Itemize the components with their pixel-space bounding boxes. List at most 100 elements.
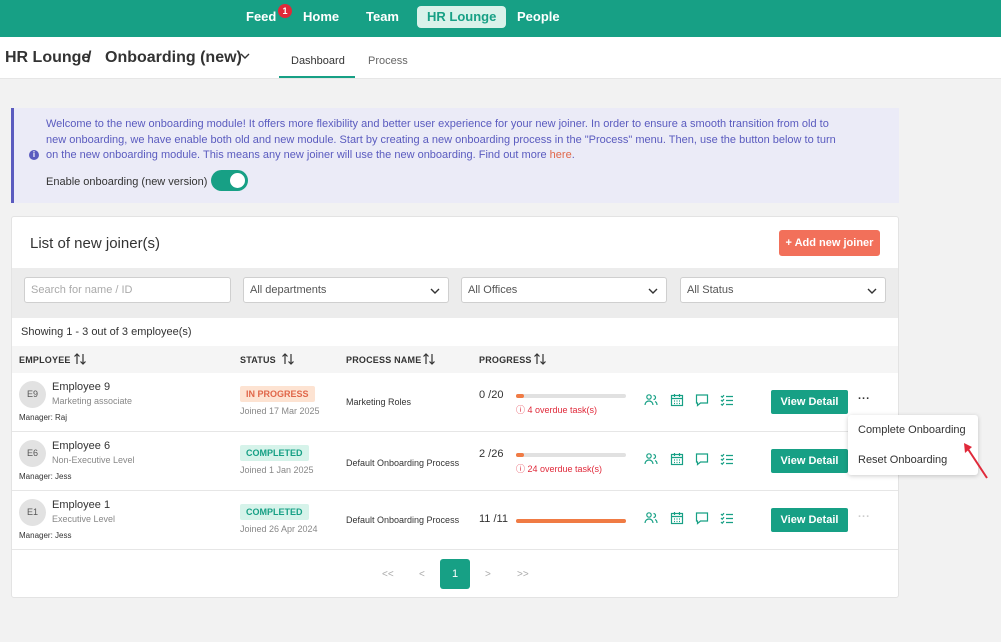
progress-bar bbox=[516, 453, 626, 457]
chevron-down-icon bbox=[867, 288, 877, 294]
banner-link-suffix: . bbox=[571, 149, 575, 161]
calendar-icon[interactable] bbox=[670, 511, 684, 525]
people-icon[interactable] bbox=[644, 452, 658, 466]
first-page-button[interactable]: << bbox=[382, 569, 394, 580]
feed-badge: 1 bbox=[278, 4, 292, 18]
employee-role: Non-Executive Level bbox=[52, 455, 135, 465]
alert-icon: ⓘ bbox=[516, 464, 528, 474]
avatar: E6 bbox=[19, 440, 46, 467]
pointer-arrow-icon bbox=[964, 443, 988, 479]
comment-icon[interactable] bbox=[695, 393, 709, 407]
progress-count: 11 /11 bbox=[479, 513, 508, 525]
checklist-icon[interactable] bbox=[720, 393, 734, 407]
filter-bar: Search for name / ID All departments All… bbox=[12, 268, 898, 318]
sort-icon[interactable] bbox=[533, 352, 547, 366]
overdue-text: 24 overdue task(s) bbox=[527, 464, 603, 474]
people-icon[interactable] bbox=[644, 511, 658, 525]
department-select[interactable]: All departments bbox=[243, 277, 449, 303]
view-detail-button[interactable]: View Detail bbox=[771, 449, 848, 473]
nav-home[interactable]: Home bbox=[293, 6, 349, 28]
progress-bar bbox=[516, 519, 626, 523]
breadcrumb-root[interactable]: HR Lounge bbox=[5, 49, 90, 67]
employee-name: Employee 9 bbox=[52, 381, 111, 393]
more-options-button[interactable]: ... bbox=[858, 390, 870, 402]
progress-count: 0 /20 bbox=[479, 389, 504, 401]
sort-icon[interactable] bbox=[73, 352, 87, 366]
table-row: E9 Employee 9 Marketing associate Manage… bbox=[12, 373, 898, 432]
view-detail-button[interactable]: View Detail bbox=[771, 508, 848, 532]
chevron-down-icon bbox=[430, 288, 440, 294]
process-name: Default Onboarding Process bbox=[346, 458, 460, 468]
enable-onboarding-toggle[interactable] bbox=[211, 170, 248, 191]
progress-fill bbox=[516, 519, 626, 523]
comment-icon[interactable] bbox=[695, 511, 709, 525]
tab-dashboard[interactable]: Dashboard bbox=[291, 55, 345, 67]
employee-manager: Manager: Raj bbox=[19, 413, 68, 422]
next-page-button[interactable]: > bbox=[485, 569, 491, 580]
overdue-tasks: ⓘ 4 overdue task(s) bbox=[516, 403, 597, 416]
progress-fill bbox=[516, 394, 524, 398]
prev-page-button[interactable]: < bbox=[419, 569, 425, 580]
employee-role: Executive Level bbox=[52, 514, 116, 524]
employee-name: Employee 6 bbox=[52, 440, 111, 452]
find-out-more-link[interactable]: here bbox=[550, 149, 572, 161]
status-badge: COMPLETED bbox=[240, 504, 309, 520]
more-options-button[interactable]: ... bbox=[858, 508, 870, 520]
table-header: EMPLOYEE STATUS PROCESS NAME PROGRESS bbox=[12, 346, 898, 373]
avatar: E1 bbox=[19, 499, 46, 526]
info-banner: i Welcome to the new onboarding module! … bbox=[11, 108, 899, 203]
top-navigation: Feed 1 Home Team HR Lounge People bbox=[0, 0, 1001, 37]
card-title: List of new joiner(s) bbox=[30, 235, 161, 252]
office-select[interactable]: All Offices bbox=[461, 277, 667, 303]
progress-bar bbox=[516, 394, 626, 398]
calendar-icon[interactable] bbox=[670, 452, 684, 466]
calendar-icon[interactable] bbox=[670, 393, 684, 407]
people-icon[interactable] bbox=[644, 393, 658, 407]
progress-fill bbox=[516, 453, 525, 457]
status-select[interactable]: All Status bbox=[680, 277, 886, 303]
overdue-tasks: ⓘ 24 overdue task(s) bbox=[516, 462, 602, 475]
complete-onboarding-option[interactable]: Complete Onboarding bbox=[858, 424, 966, 436]
joined-date: Joined 26 Apr 2024 bbox=[240, 524, 318, 534]
toggle-label: Enable onboarding (new version) bbox=[46, 176, 208, 188]
nav-hr-lounge-label: HR Lounge bbox=[427, 9, 497, 24]
chevron-down-icon[interactable] bbox=[240, 51, 250, 61]
col-process-name: PROCESS NAME bbox=[346, 355, 422, 365]
search-input[interactable]: Search for name / ID bbox=[24, 277, 231, 303]
office-value: All Offices bbox=[468, 284, 518, 296]
joined-date: Joined 17 Mar 2025 bbox=[240, 406, 320, 416]
row-actions-menu: Complete Onboarding Reset Onboarding bbox=[848, 415, 978, 475]
page-header: HR Lounge / Onboarding (new) Dashboard P… bbox=[0, 37, 1001, 79]
joined-date: Joined 1 Jan 2025 bbox=[240, 465, 314, 475]
banner-text: Welcome to the new onboarding module! It… bbox=[46, 118, 836, 161]
checklist-icon[interactable] bbox=[720, 511, 734, 525]
view-detail-button[interactable]: View Detail bbox=[771, 390, 848, 414]
sort-icon[interactable] bbox=[281, 352, 295, 366]
nav-hr-lounge[interactable]: HR Lounge bbox=[417, 6, 507, 28]
employee-manager: Manager: Jess bbox=[19, 531, 72, 540]
nav-team[interactable]: Team bbox=[356, 6, 409, 28]
info-icon: i bbox=[29, 150, 39, 160]
checklist-icon[interactable] bbox=[720, 452, 734, 466]
status-badge: IN PROGRESS bbox=[240, 386, 315, 402]
table-row: E6 Employee 6 Non-Executive Level Manage… bbox=[12, 432, 898, 491]
add-new-joiner-button[interactable]: + Add new joiner bbox=[779, 230, 880, 256]
breadcrumb-separator: / bbox=[87, 49, 92, 66]
comment-icon[interactable] bbox=[695, 452, 709, 466]
employee-role: Marketing associate bbox=[52, 396, 133, 406]
breadcrumb-current: Onboarding (new) bbox=[105, 49, 242, 66]
tab-process[interactable]: Process bbox=[368, 55, 408, 67]
status-badge: COMPLETED bbox=[240, 445, 309, 461]
toggle-knob bbox=[230, 173, 245, 188]
department-value: All departments bbox=[250, 284, 327, 296]
last-page-button[interactable]: >> bbox=[517, 569, 529, 580]
status-value: All Status bbox=[687, 284, 734, 296]
nav-people[interactable]: People bbox=[507, 6, 570, 28]
banner-message: Welcome to the new onboarding module! It… bbox=[46, 117, 846, 164]
employee-manager: Manager: Jess bbox=[19, 472, 72, 481]
sort-icon[interactable] bbox=[422, 352, 436, 366]
reset-onboarding-option[interactable]: Reset Onboarding bbox=[858, 454, 947, 466]
nav-team-label: Team bbox=[366, 9, 399, 24]
col-status: STATUS bbox=[240, 355, 276, 365]
page-button-current[interactable]: 1 bbox=[440, 559, 470, 589]
